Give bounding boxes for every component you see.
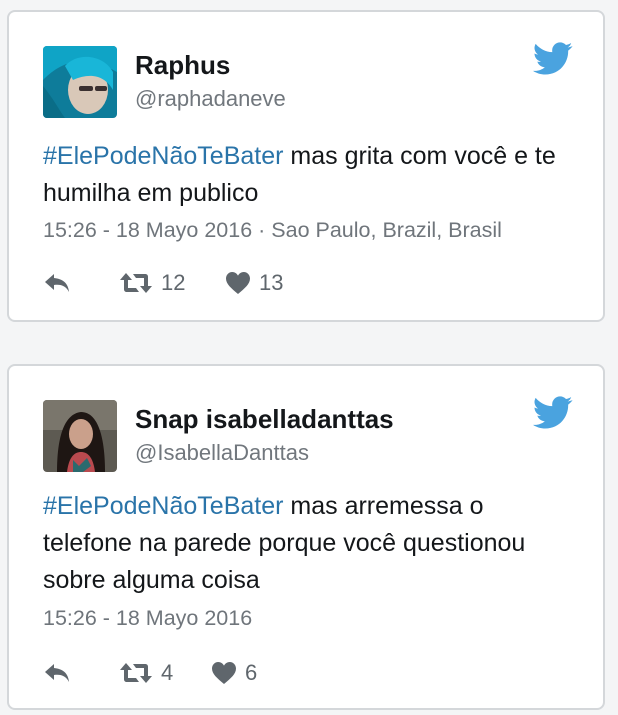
retweet-button[interactable]: 12: [119, 268, 185, 298]
avatar[interactable]: [43, 46, 117, 118]
user-name[interactable]: Raphus: [135, 50, 230, 81]
hashtag-link[interactable]: #ElePodeNãoTeBater: [43, 142, 283, 170]
tweet-timestamp[interactable]: 15:26 - 18 Mayo 2016: [43, 606, 252, 631]
hashtag-link[interactable]: #ElePodeNãoTeBater: [43, 492, 283, 520]
user-handle[interactable]: @IsabellaDanttas: [135, 440, 309, 466]
tweet-text: #ElePodeNãoTeBater mas arremessa o telef…: [43, 488, 563, 599]
like-count: 13: [259, 270, 284, 295]
heart-icon: [212, 662, 236, 684]
heart-icon: [226, 272, 250, 294]
tweet-card[interactable]: Snap isabelladanttas @IsabellaDanttas #E…: [7, 364, 605, 710]
retweet-count: 12: [161, 270, 186, 295]
like-count: 6: [245, 660, 258, 685]
reply-button[interactable]: [43, 268, 71, 298]
twitter-bird-icon[interactable]: [533, 42, 573, 76]
user-handle[interactable]: @raphadaneve: [135, 86, 286, 112]
like-button[interactable]: 6: [211, 658, 257, 688]
twitter-bird-icon[interactable]: [533, 396, 573, 430]
user-name[interactable]: Snap isabelladanttas: [135, 404, 394, 435]
like-button[interactable]: 13: [225, 268, 283, 298]
reply-button[interactable]: [43, 658, 71, 688]
retweet-button[interactable]: 4: [119, 658, 173, 688]
tweet-timestamp-location[interactable]: 15:26 - 18 Mayo 2016 · Sao Paulo, Brazil…: [43, 218, 502, 243]
reply-arrow-icon: [45, 664, 69, 682]
reply-arrow-icon: [45, 274, 69, 292]
retweet-icon: [120, 273, 152, 293]
avatar[interactable]: [43, 400, 117, 472]
tweet-card[interactable]: Raphus @raphadaneve #ElePodeNãoTeBater m…: [7, 10, 605, 322]
retweet-icon: [120, 663, 152, 683]
retweet-count: 4: [161, 660, 174, 685]
tweet-text: #ElePodeNãoTeBater mas grita com você e …: [43, 138, 583, 212]
